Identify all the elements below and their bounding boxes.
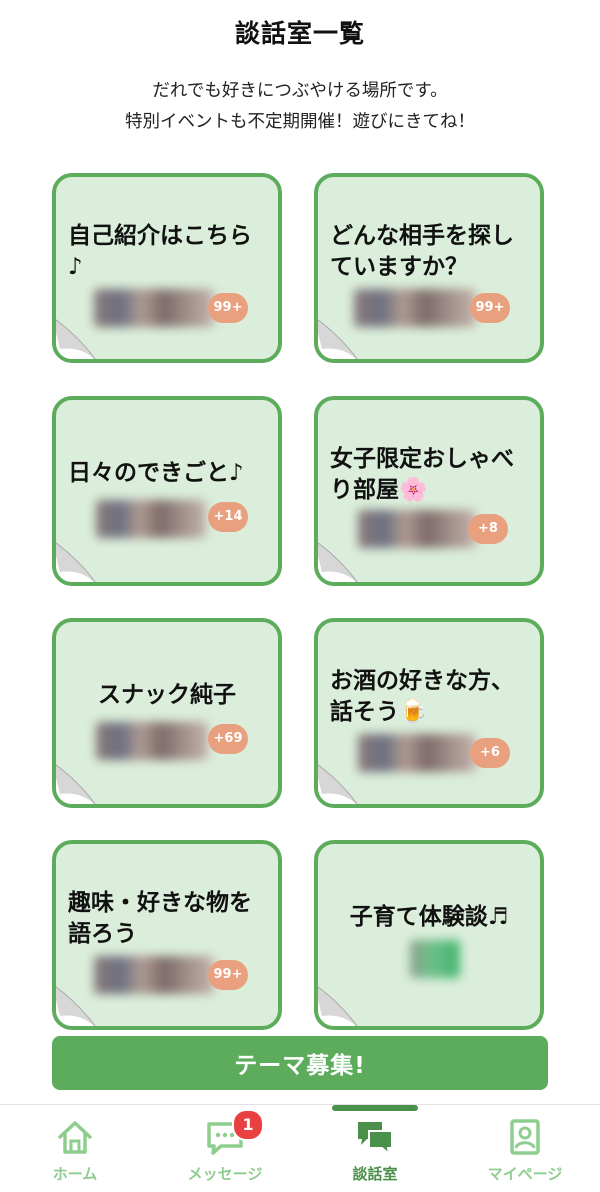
member-count-badge: +8 — [468, 514, 508, 544]
bottom-tab-bar: ホーム メッセージ 談話室 マイページ — [0, 1104, 600, 1192]
member-avatars — [96, 500, 206, 538]
active-tab-indicator — [332, 1105, 418, 1111]
profile-icon — [510, 1119, 540, 1155]
tab-messages[interactable]: メッセージ — [150, 1105, 300, 1192]
room-title: 子育て体験談♬ — [349, 904, 509, 930]
intro-line-1: だれでも好きにつぶやける場所です。 — [152, 81, 448, 101]
room-card-self-intro[interactable]: 自己紹介はこちら ♪ 99+ — [52, 173, 282, 363]
member-count-badge: +6 — [470, 738, 510, 768]
intro-text: だれでも好きにつぶやける場所です。 特別イベントも不定期開催！遊びにきてね！ — [0, 76, 600, 138]
member-avatars — [410, 940, 460, 978]
tab-label: ホーム — [52, 1165, 98, 1183]
page-curl-icon — [56, 764, 96, 804]
page-curl-icon — [56, 319, 96, 359]
tab-home[interactable]: ホーム — [0, 1105, 150, 1192]
room-title: 趣味・好きな物を 語ろう — [68, 890, 252, 947]
home-icon — [58, 1121, 92, 1154]
room-title: 女子限定おしゃべ り部屋🌸 — [330, 446, 514, 503]
intro-line-2: 特別イベントも不定期開催！遊びにきてね！ — [125, 112, 475, 132]
member-count-badge: 99+ — [208, 293, 248, 323]
tab-label: マイページ — [487, 1165, 563, 1183]
room-card-hobbies[interactable]: 趣味・好きな物を 語ろう 99+ — [52, 840, 282, 1030]
room-card-partner-search[interactable]: どんな相手を探し ていますか？ 99+ — [314, 173, 544, 363]
member-avatars — [354, 289, 476, 327]
member-count-badge: +69 — [208, 724, 248, 754]
tab-chatroom[interactable]: 談話室 — [300, 1105, 450, 1192]
member-avatars — [94, 289, 214, 327]
page-title: 談話室一覧 — [234, 19, 365, 48]
message-notification-badge: 1 — [232, 1109, 264, 1141]
room-card-women-only[interactable]: 女子限定おしゃべ り部屋🌸 +8 — [314, 396, 544, 586]
room-title: どんな相手を探し ていますか？ — [330, 223, 514, 280]
page-curl-icon — [318, 319, 358, 359]
member-count-badge: +14 — [208, 502, 248, 532]
chatroom-icon — [358, 1122, 393, 1157]
page-curl-icon — [318, 542, 358, 582]
room-card-snack-junko[interactable]: スナック純子 +69 — [52, 618, 282, 808]
member-avatars — [358, 510, 476, 548]
room-title: お酒の好きな方、 話そう🍺 — [330, 668, 514, 725]
member-count-badge: 99+ — [208, 960, 248, 990]
tab-label: 談話室 — [352, 1165, 398, 1183]
page-curl-icon — [318, 986, 358, 1026]
page-curl-icon — [56, 542, 96, 582]
room-title: 日々のできごと♪ — [68, 460, 244, 486]
room-card-parenting[interactable]: 子育て体験談♬ — [314, 840, 544, 1030]
room-card-daily-events[interactable]: 日々のできごと♪ +14 — [52, 396, 282, 586]
room-title: スナック純子 — [98, 682, 236, 708]
theme-recruit-button[interactable]: テーマ募集! — [52, 1036, 548, 1090]
room-card-alcohol-lovers[interactable]: お酒の好きな方、 話そう🍺 +6 — [314, 618, 544, 808]
tab-label: メッセージ — [187, 1165, 263, 1183]
tab-mypage[interactable]: マイページ — [450, 1105, 600, 1192]
member-avatars — [358, 734, 476, 772]
member-avatars — [96, 722, 208, 760]
page-curl-icon — [318, 764, 358, 804]
member-count-badge: 99+ — [470, 293, 510, 323]
page-curl-icon — [56, 986, 96, 1026]
room-title: 自己紹介はこちら ♪ — [68, 223, 252, 280]
member-avatars — [94, 956, 214, 994]
